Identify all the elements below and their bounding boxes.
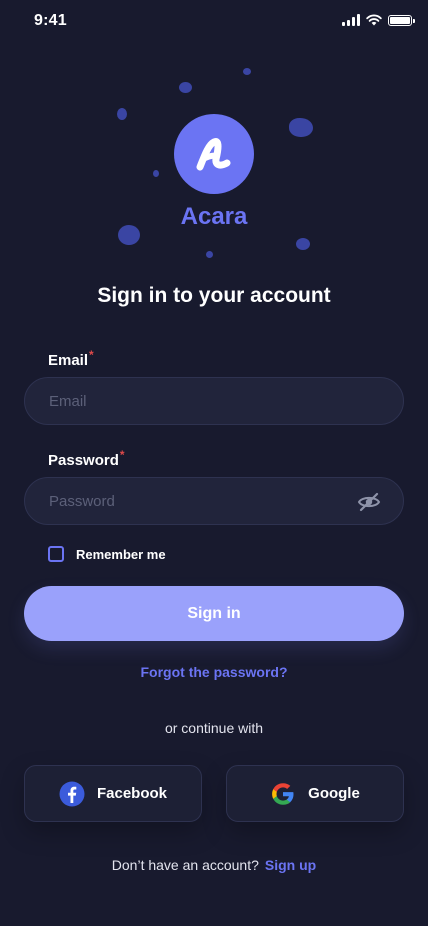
email-label: Email*	[48, 348, 94, 369]
sign-in-screen: 9:41 Acara Sign in to your account Email…	[0, 0, 428, 926]
decorative-blob	[243, 68, 251, 75]
email-field	[24, 377, 404, 425]
decorative-blob	[296, 238, 310, 250]
password-label-text: Password	[48, 452, 119, 469]
page-title: Sign in to your account	[97, 284, 331, 307]
google-label: Google	[308, 785, 360, 802]
brand-name: Acara	[180, 203, 248, 230]
forgot-password-link[interactable]: Forgot the password?	[0, 664, 428, 680]
required-marker: *	[119, 448, 125, 462]
remember-me-label[interactable]: Remember me	[76, 547, 166, 562]
sign-up-link[interactable]: Sign up	[265, 857, 316, 873]
facebook-icon	[59, 781, 85, 807]
password-field	[24, 477, 404, 525]
eye-off-icon[interactable]	[357, 490, 381, 514]
email-label-text: Email	[48, 352, 89, 369]
password-label: Password*	[48, 448, 125, 469]
continue-with-text: or continue with	[164, 720, 264, 736]
decorative-blob	[153, 170, 159, 177]
decorative-blob	[206, 251, 213, 258]
app-logo	[174, 114, 254, 194]
google-icon	[270, 781, 296, 807]
status-time: 9:41	[34, 12, 67, 29]
battery-icon	[388, 14, 415, 26]
remember-me-checkbox[interactable]	[48, 546, 64, 562]
signup-prompt-text: Don’t have an account?	[111, 857, 259, 873]
remember-me-row: Remember me	[48, 546, 166, 562]
acara-logo-icon	[196, 138, 231, 171]
wifi-icon	[366, 14, 382, 26]
status-icons	[342, 14, 415, 26]
facebook-label: Facebook	[96, 785, 168, 802]
facebook-button[interactable]: Facebook	[24, 765, 202, 822]
decorative-blob	[179, 82, 192, 93]
required-marker: *	[89, 348, 94, 362]
signup-prompt: Don’t have an account? Sign up	[0, 857, 428, 873]
cellular-signal-icon	[342, 14, 360, 26]
google-button[interactable]: Google	[226, 765, 404, 822]
sign-in-button[interactable]: Sign in	[24, 586, 404, 641]
email-input[interactable]	[25, 378, 403, 424]
decorative-blob	[289, 118, 313, 137]
decorative-blob	[117, 108, 127, 120]
status-bar: 9:41	[0, 0, 428, 44]
password-input[interactable]	[25, 478, 403, 524]
